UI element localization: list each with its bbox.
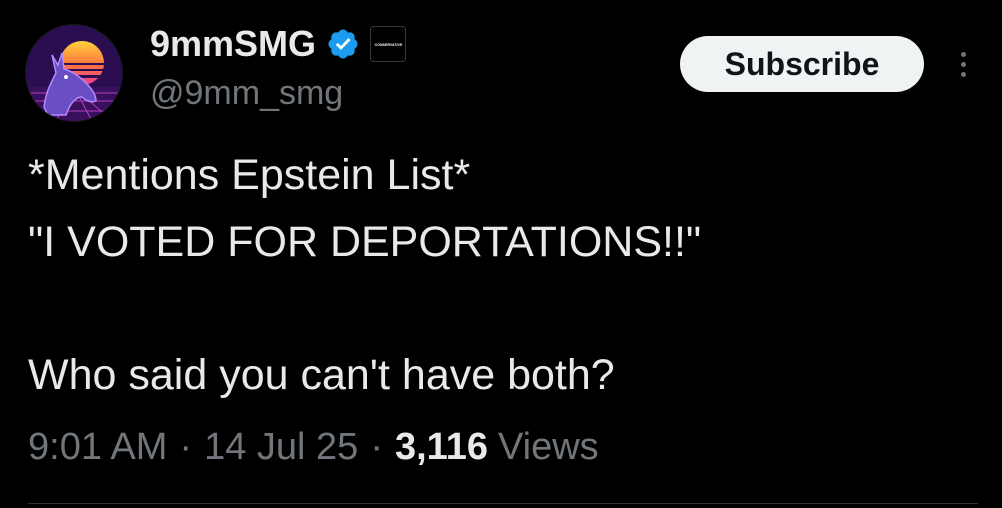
author-name-row: 9mmSMG CONSERVATIVE [150, 23, 407, 65]
divider [28, 503, 978, 504]
subscribe-button[interactable]: Subscribe [680, 36, 924, 92]
more-dot [960, 51, 966, 57]
tweet-text-line-2: "I VOTED FOR DEPORTATIONS!!" [28, 218, 702, 266]
affiliate-badge-label: CONSERVATIVE [374, 41, 402, 47]
meta-separator: · [370, 426, 383, 468]
tweet-date[interactable]: 14 Jul 25 [204, 426, 358, 469]
views-count: 3,116 [394, 426, 488, 468]
verified-badge-icon[interactable] [326, 27, 360, 61]
synthwave-donkey-icon [26, 25, 122, 121]
avatar[interactable] [26, 25, 122, 121]
display-name[interactable]: 9mmSMG [150, 23, 316, 65]
author-handle[interactable]: @9mm_smg [150, 74, 343, 113]
more-dot [960, 61, 966, 67]
tweet-time[interactable]: 9:01 AM [28, 426, 167, 469]
tweet-meta: 9:01 AM · 14 Jul 25 · 3,116 Views [28, 426, 599, 469]
tweet-text-line-3: Who said you can't have both? [28, 351, 615, 399]
more-vertical-icon[interactable] [946, 44, 980, 84]
affiliate-badge[interactable]: CONSERVATIVE [370, 26, 407, 62]
views-label: Views [497, 426, 599, 468]
tweet-card: 9mmSMG CONSERVATIVE @9mm_smg Subscribe *… [0, 0, 1002, 508]
more-dot [960, 71, 966, 77]
meta-separator: · [179, 426, 193, 468]
tweet-text-line-1: *Mentions Epstein List* [28, 151, 471, 199]
